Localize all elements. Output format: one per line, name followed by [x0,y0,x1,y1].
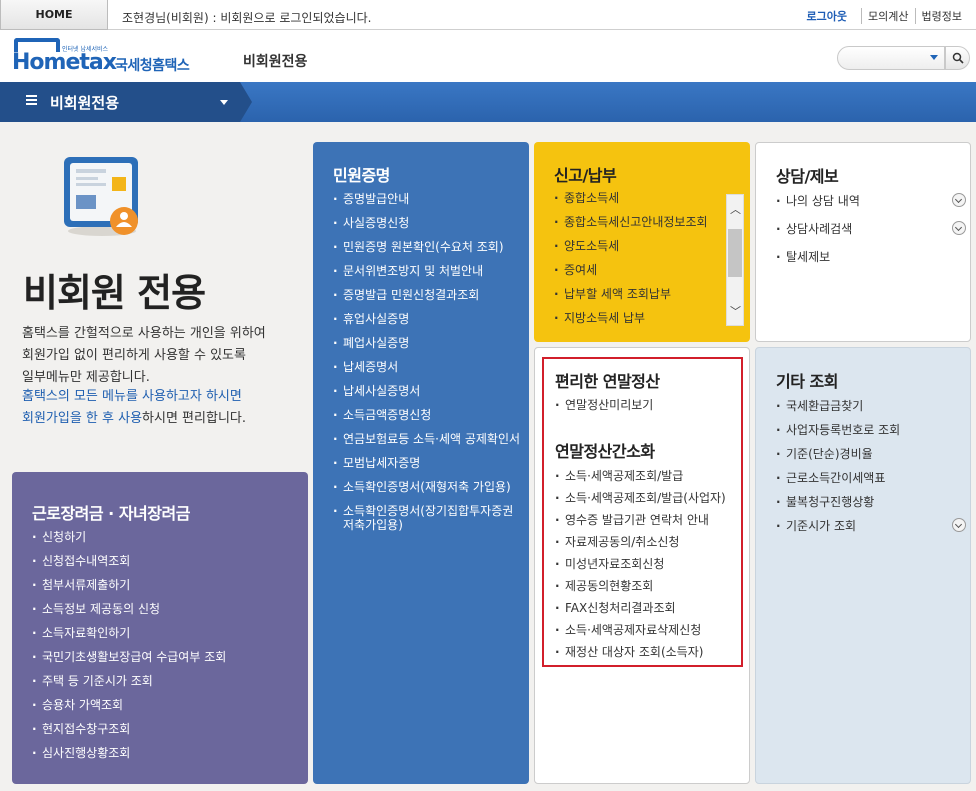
document-user-icon [62,155,142,237]
home-button[interactable]: HOME [0,0,108,30]
list-item[interactable]: 국세환급금찾기 [776,399,966,423]
list-item[interactable]: 기준시가 조회 [776,518,966,543]
list-item[interactable]: 근로소득간이세액표 [776,471,966,495]
list-item[interactable]: 소득정보 제공동의 신청 [32,602,226,626]
list-item[interactable]: 소득확인증명서(장기집합투자증권저축가입용) [333,504,523,532]
list-item[interactable]: 지방소득세 납부 [554,311,708,335]
list-item[interactable]: 주택 등 기준시가 조회 [32,674,226,698]
simulation-link[interactable]: 모의계산 [861,8,914,24]
panel-list: 신청하기 신청접수내역조회 첨부서류제출하기 소득정보 제공동의 신청 소득자료… [32,530,226,770]
highlight-box [542,357,743,667]
search-icon [952,52,964,64]
login-status-text: 조현경님(비회원) : 비회원으로 로그인되었습니다. [122,11,372,25]
list-item[interactable]: 모범납세자증명 [333,456,523,470]
scrollbar-thumb[interactable] [728,229,742,277]
intro-desc-line: 회원가입 없이 편리하게 사용할 수 있도록 [22,348,246,363]
panel-list: 나의 상담 내역 상담사례검색 탈세제보 [776,193,966,278]
panel-list: 국세환급금찾기 사업자등록번호로 조회 기준(단순)경비율 근로소득간이세액표 … [776,399,966,543]
law-info-link[interactable]: 법령정보 [914,8,968,24]
nav-arrow-decoration [240,82,252,122]
menu-icon [26,95,37,105]
list-item[interactable]: 국민기초생활보장급여 수급여부 조회 [32,650,226,674]
panel-title: 신고/납부 [554,166,617,185]
chevron-down-icon[interactable] [952,518,966,532]
list-item[interactable]: 종합소득세신고안내정보조회 [554,215,708,239]
list-item[interactable]: 폐업사실증명 [333,336,523,350]
panel-consult-report: 상담/제보 나의 상담 내역 상담사례검색 탈세제보 [755,142,971,342]
top-strip: HOME 조현경님(비회원) : 비회원으로 로그인되었습니다. 로그아웃 모의… [0,0,976,30]
list-item[interactable]: 탈세제보 [776,250,966,278]
list-item[interactable]: 문서위변조방지 및 처벌안내 [333,264,523,278]
list-item[interactable]: 연금보험료등 소득·세액 공제확인서 [333,432,523,446]
list-item-label: 기준시가 조회 [786,519,857,533]
hometax-logo[interactable]: 인터넷 납세서비스 Hometax 국세청홈택스 [12,36,192,76]
search-button[interactable] [945,46,970,70]
page-section-title: 비회원전용 [243,54,308,70]
list-item[interactable]: 신청접수내역조회 [32,554,226,578]
logout-link[interactable]: 로그아웃 [801,8,853,24]
panel-title: 기타 조회 [776,372,838,391]
search-input[interactable] [837,46,945,70]
list-item[interactable]: 종합소득세 [554,191,708,215]
list-item[interactable]: 승용차 가액조회 [32,698,226,722]
panel-report-payment: 신고/납부 종합소득세 종합소득세신고안내정보조회 양도소득세 증여세 납부할 … [534,142,750,342]
list-item[interactable]: 기준(단순)경비율 [776,447,966,471]
list-item-label: 상담사례검색 [786,222,853,236]
list-item[interactable]: 첨부서류제출하기 [32,578,226,602]
list-item[interactable]: 납세사실증명서 [333,384,523,398]
nav-menu-button[interactable]: 비회원전용 [0,82,240,122]
panel-civil-certificates: 민원증명 증명발급안내 사실증명신청 민원증명 원본확인(수요처 조회) 문서위… [313,142,529,784]
panel-scrollbar[interactable]: ︿ ﹀ [726,194,744,326]
panel-title: 근로장려금 · 자녀장려금 [32,504,190,523]
list-item[interactable]: 증명발급 민원신청결과조회 [333,288,523,302]
panel-title: 상담/제보 [776,167,839,186]
intro-desc-line: 홈택스를 간헐적으로 사용하는 개인을 위하여 [22,326,266,341]
list-item[interactable]: 현지접수창구조회 [32,722,226,746]
chevron-down-icon[interactable] [952,221,966,235]
list-item[interactable]: 양도소득세 [554,239,708,263]
panel-other-inquiry: 기타 조회 국세환급금찾기 사업자등록번호로 조회 기준(단순)경비율 근로소득… [755,347,971,784]
nav-menu-label: 비회원전용 [50,94,120,112]
list-item[interactable]: 납부할 세액 조회납부 [554,287,708,311]
list-item[interactable]: 소득확인증명서(재형저축 가입용) [333,480,523,494]
list-item[interactable]: 증명발급안내 [333,192,523,206]
top-links: 로그아웃 모의계산 법령정보 [801,8,968,24]
list-item[interactable]: 사업자등록번호로 조회 [776,423,966,447]
chevron-down-icon[interactable] [952,193,966,207]
signup-notice-rest: 하시면 편리합니다. [142,411,246,426]
header: 인터넷 납세서비스 Hometax 국세청홈택스 비회원전용 [0,30,976,82]
list-item[interactable]: 불복청구진행상황 [776,495,966,519]
intro-description: 홈택스를 간헐적으로 사용하는 개인을 위하여 회원가입 없이 편리하게 사용할… [22,323,312,389]
signup-notice-line1: 홈택스의 모든 메뉴를 사용하고자 하시면 [22,389,242,404]
chevron-down-icon[interactable]: ﹀ [730,303,741,319]
list-item[interactable]: 민원증명 원본확인(수요처 조회) [333,240,523,254]
list-item[interactable]: 소득금액증명신청 [333,408,523,422]
chevron-up-icon[interactable]: ︿ [730,201,741,217]
panel-labor-incentive: 근로장려금 · 자녀장려금 신청하기 신청접수내역조회 첨부서류제출하기 소득정… [12,472,308,784]
logo-korean: 국세청홈택스 [115,58,190,74]
intro-title: 비회원 전용 [23,271,206,315]
panel-title: 민원증명 [333,166,390,185]
panel-list: 증명발급안내 사실증명신청 민원증명 원본확인(수요처 조회) 문서위변조방지 … [333,192,523,542]
chevron-down-icon [220,100,228,105]
list-item[interactable]: 신청하기 [32,530,226,554]
list-item[interactable]: 납세증명서 [333,360,523,374]
logo-wordmark: Hometax [12,50,117,75]
list-item-label: 나의 상담 내역 [786,194,860,208]
list-item[interactable]: 나의 상담 내역 [776,193,966,222]
signup-notice: 홈택스의 모든 메뉴를 사용하고자 하시면 회원가입을 한 후 사용하시면 편리… [22,386,312,430]
list-item[interactable]: 심사진행상황조회 [32,746,226,770]
chevron-down-icon[interactable] [930,55,938,60]
list-item[interactable]: 증여세 [554,263,708,287]
list-item[interactable]: 사실증명신청 [333,216,523,230]
list-item[interactable]: 휴업사실증명 [333,312,523,326]
panel-list: 종합소득세 종합소득세신고안내정보조회 양도소득세 증여세 납부할 세액 조회납… [554,191,708,335]
main-nav-bar: 비회원전용 [0,82,976,122]
signup-link[interactable]: 회원가입을 한 후 사용 [22,411,142,426]
list-item[interactable]: 소득자료확인하기 [32,626,226,650]
list-item[interactable]: 상담사례검색 [776,221,966,250]
